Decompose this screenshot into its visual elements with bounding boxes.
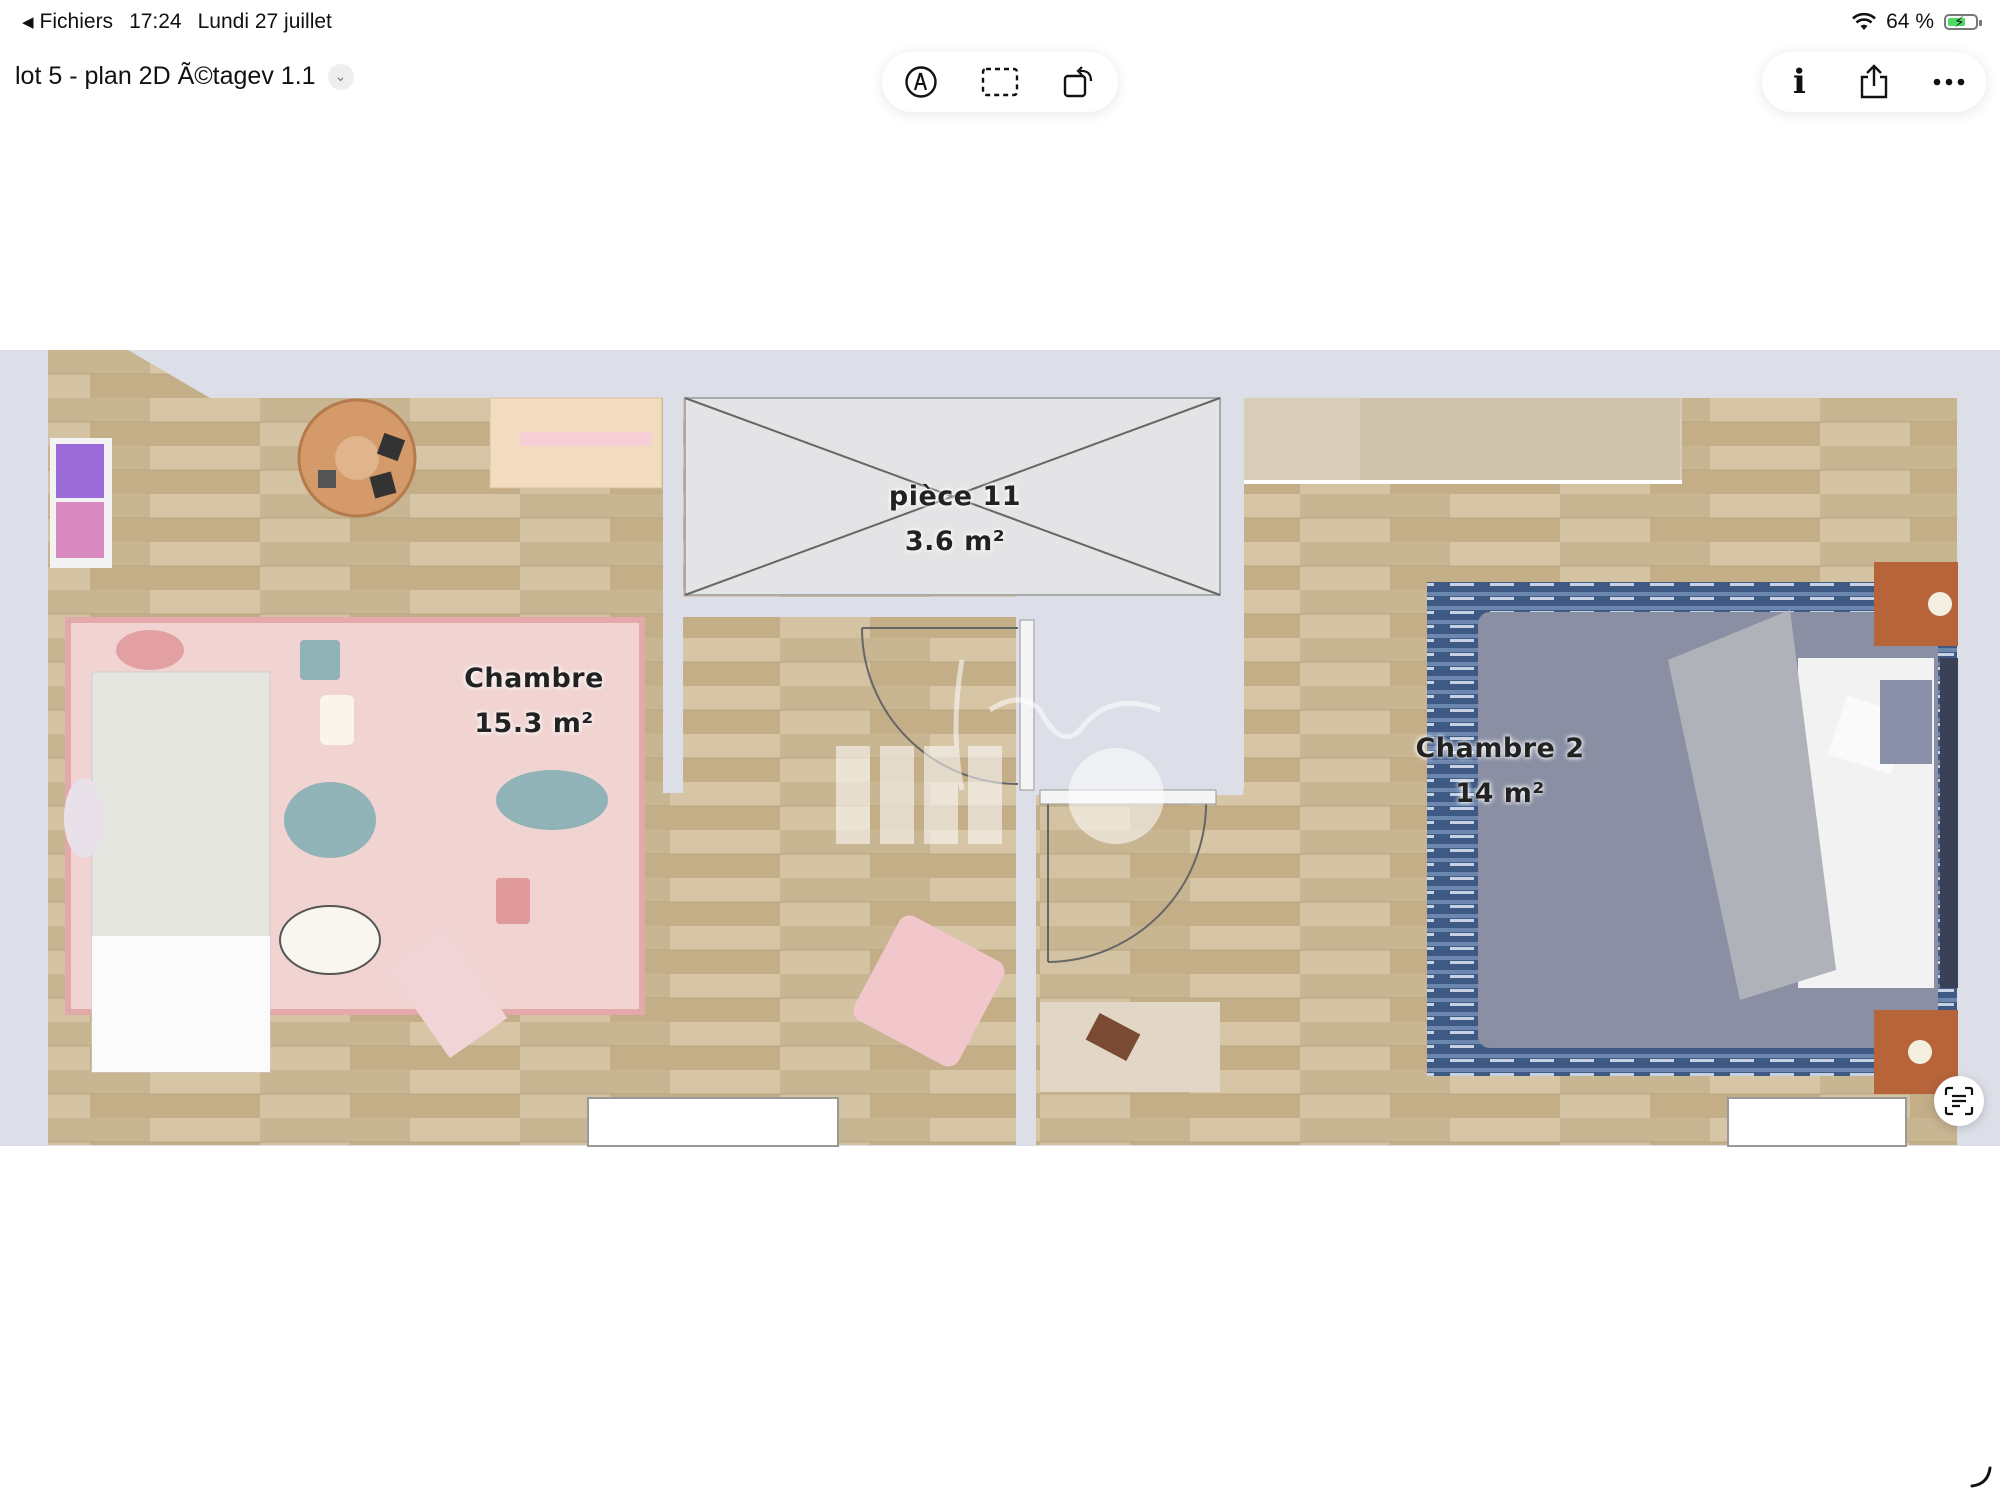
dashed-rect-icon bbox=[981, 67, 1019, 97]
status-time: 17:24 bbox=[129, 10, 182, 33]
share-button[interactable] bbox=[1846, 54, 1902, 110]
info-button[interactable]: i bbox=[1771, 54, 1827, 110]
room-area: 14 m² bbox=[1455, 778, 1545, 809]
room-label-chambre: Chambre 15.3 m² bbox=[434, 656, 634, 746]
text-scan-icon bbox=[1944, 1086, 1974, 1116]
status-date: Lundi 27 juillet bbox=[197, 10, 332, 33]
wifi-icon bbox=[1852, 13, 1877, 30]
floor-plan-drawing bbox=[0, 350, 2000, 1147]
room-area: 15.3 m² bbox=[474, 708, 594, 739]
markup-button[interactable] bbox=[893, 54, 949, 110]
room-name: pièce 11 bbox=[888, 481, 1022, 512]
rotate-icon bbox=[1063, 66, 1092, 98]
markup-toolbar bbox=[882, 52, 1118, 112]
ellipsis-icon bbox=[1933, 78, 1964, 86]
battery-percent: 64 % bbox=[1886, 10, 1934, 33]
back-to-files-link[interactable]: ◀ Fichiers bbox=[22, 10, 113, 34]
more-button[interactable] bbox=[1921, 54, 1977, 110]
back-label: Fichiers bbox=[39, 10, 114, 33]
chevron-down-icon[interactable]: ⌄ bbox=[327, 63, 354, 90]
status-bar: ◀ Fichiers 17:24 Lundi 27 juillet 64 % ⚡ bbox=[0, 0, 2000, 46]
pen-circle-icon bbox=[905, 66, 938, 98]
resize-handle-icon[interactable] bbox=[1970, 1466, 1992, 1488]
room-name: Chambre 2 bbox=[1415, 733, 1585, 764]
rotate-button[interactable] bbox=[1051, 54, 1107, 110]
back-triangle-icon: ◀ bbox=[22, 14, 34, 31]
document-toolbar: i bbox=[1762, 52, 1986, 112]
info-icon: i bbox=[1792, 62, 1806, 102]
live-text-button[interactable] bbox=[1934, 1076, 1984, 1126]
room-label-piece-11: pièce 11 3.6 m² bbox=[855, 474, 1055, 564]
room-name: Chambre bbox=[464, 663, 604, 694]
share-icon bbox=[1860, 64, 1888, 99]
room-label-chambre-2: Chambre 2 14 m² bbox=[1380, 726, 1620, 816]
battery-icon: ⚡ bbox=[1944, 14, 1982, 31]
floor-plan-image[interactable]: Chambre 15.3 m² pièce 11 3.6 m² Chambre … bbox=[0, 350, 2000, 1148]
select-region-button[interactable] bbox=[972, 54, 1028, 110]
document-title: lot 5 - plan 2D Ã©tagev 1.1 bbox=[15, 62, 316, 90]
document-title-menu[interactable]: lot 5 - plan 2D Ã©tagev 1.1 ⌄ bbox=[15, 62, 354, 91]
room-area: 3.6 m² bbox=[904, 526, 1006, 557]
